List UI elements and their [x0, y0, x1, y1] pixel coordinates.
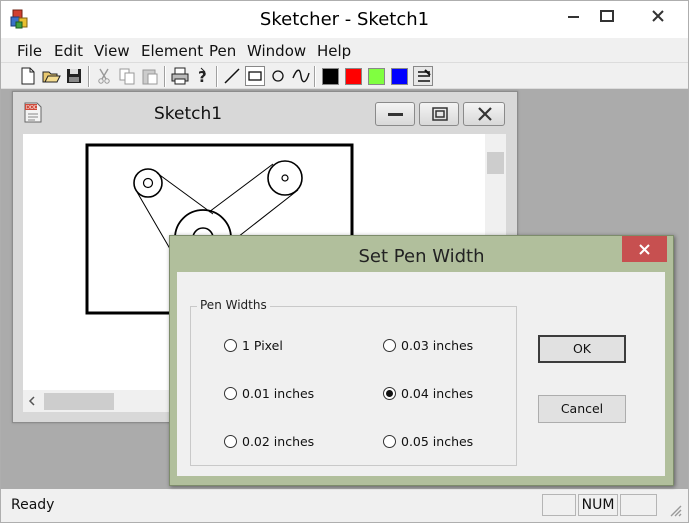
dialog-close-button[interactable] [622, 236, 667, 262]
radio-label[interactable]: 0.05 inches [401, 434, 473, 449]
sketch-line[interactable] [156, 172, 214, 215]
color-black-button[interactable] [322, 68, 339, 85]
radio-0-02-inches[interactable] [224, 435, 237, 448]
status-pane-caps [542, 494, 576, 516]
color-blue-button[interactable] [391, 68, 408, 85]
radio-label[interactable]: 0.02 inches [242, 434, 314, 449]
minimize-icon [388, 113, 403, 116]
maximize-icon [432, 107, 448, 121]
toolbar-separator [216, 66, 218, 87]
close-icon [639, 244, 650, 255]
help-icon[interactable]: ? [193, 66, 213, 86]
maximize-icon [600, 10, 614, 22]
radio-label[interactable]: 0.03 inches [401, 338, 473, 353]
radio-1-pixel[interactable] [224, 339, 237, 352]
group-label: Pen Widths [197, 298, 270, 312]
radio-label[interactable]: 1 Pixel [242, 338, 283, 353]
child-window-title: Sketch1 [153, 104, 223, 124]
radio-label[interactable]: 0.01 inches [242, 386, 314, 401]
size-grip-icon[interactable] [667, 502, 683, 518]
close-icon [478, 107, 492, 121]
minimize-icon [568, 16, 579, 18]
svg-text:?: ? [198, 68, 207, 86]
title-bar[interactable]: Sketcher - Sketch1 [1, 1, 688, 38]
line-tool-icon[interactable] [222, 66, 242, 86]
toolbar-separator [164, 66, 166, 87]
main-window: Sketcher - Sketch1 File Edit View Elemen… [0, 0, 689, 523]
cut-icon[interactable] [94, 66, 114, 86]
toolbar-separator [88, 66, 90, 87]
radio-0-05-inches[interactable] [383, 435, 396, 448]
curve-tool-icon[interactable] [291, 66, 311, 86]
sketch-right-circle[interactable] [267, 160, 303, 196]
new-file-icon[interactable] [18, 66, 38, 86]
dialog-title: Set Pen Width [358, 246, 485, 267]
menu-file[interactable]: File [17, 42, 42, 60]
child-minimize-button[interactable] [375, 102, 415, 126]
menu-pen[interactable]: Pen [209, 42, 236, 60]
sketch-line[interactable] [208, 163, 274, 213]
color-red-button[interactable] [345, 68, 362, 85]
close-button[interactable] [631, 1, 688, 31]
maximize-button[interactable] [585, 1, 631, 31]
open-folder-icon[interactable] [41, 66, 61, 86]
menu-element[interactable]: Element [141, 42, 203, 60]
close-icon [652, 10, 664, 22]
toolbar-separator [314, 66, 316, 87]
print-icon[interactable] [170, 66, 190, 86]
status-pane-num: NUM [578, 494, 618, 516]
status-text: Ready [11, 497, 55, 513]
cancel-button[interactable]: Cancel [538, 395, 626, 423]
rectangle-tool-icon[interactable] [245, 66, 265, 86]
vertical-scroll-thumb[interactable] [487, 152, 504, 174]
circle-tool-icon[interactable] [268, 66, 288, 86]
color-green-button[interactable] [368, 68, 385, 85]
dialog-body: Pen Widths 1 Pixel 0.01 inches 0.02 inch… [177, 272, 665, 476]
copy-icon[interactable] [117, 66, 137, 86]
sketch-small-circle-center[interactable] [142, 177, 154, 189]
radio-0-04-inches[interactable] [383, 387, 396, 400]
pen-width-icon[interactable] [413, 66, 433, 86]
sketch-line[interactable] [136, 191, 174, 255]
menu-help[interactable]: Help [317, 42, 351, 60]
menu-edit[interactable]: Edit [54, 42, 83, 60]
status-bar: Ready NUM [1, 490, 688, 522]
child-close-button[interactable] [463, 102, 505, 126]
status-pane-scroll [620, 494, 657, 516]
sketch-right-circle-center[interactable] [281, 174, 289, 182]
horizontal-scroll-thumb[interactable] [44, 393, 114, 410]
radio-label[interactable]: 0.04 inches [401, 386, 473, 401]
menu-bar: File Edit View Element Pen Window Help [1, 38, 688, 62]
ok-button[interactable]: OK [538, 335, 626, 363]
radio-0-03-inches[interactable] [383, 339, 396, 352]
scroll-left-arrow-icon[interactable] [27, 396, 37, 406]
menu-view[interactable]: View [94, 42, 130, 60]
child-maximize-button[interactable] [419, 102, 459, 126]
toolbar: ? [1, 62, 688, 89]
save-icon[interactable] [64, 66, 84, 86]
pen-width-dialog: Set Pen Width Pen Widths 1 Pixel 0.01 in… [169, 235, 674, 486]
menu-window[interactable]: Window [247, 42, 306, 60]
radio-0-01-inches[interactable] [224, 387, 237, 400]
paste-icon[interactable] [140, 66, 160, 86]
